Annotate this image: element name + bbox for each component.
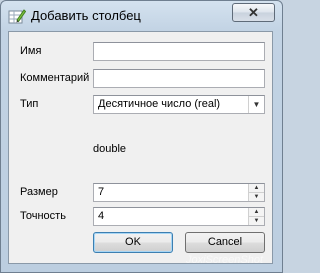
precision-spinbox[interactable]: 4 ▲ ▼ (93, 207, 265, 226)
comment-label: Комментарий (20, 72, 90, 84)
size-spin-buttons: ▲ ▼ (248, 184, 264, 201)
dialog-window: Добавить столбец ✕ Имя Комментарий Тип Д… (0, 0, 283, 273)
cancel-button[interactable]: Cancel (185, 232, 265, 253)
size-value: 7 (98, 186, 105, 198)
chevron-down-icon[interactable]: ▼ (248, 96, 264, 113)
precision-spin-buttons: ▲ ▼ (248, 208, 264, 225)
close-icon: ✕ (248, 5, 259, 20)
title-bar[interactable]: Добавить столбец ✕ (1, 1, 282, 31)
watermark: JoxiScreenShot (186, 254, 264, 266)
close-button[interactable]: ✕ (232, 3, 275, 22)
type-select-value: Десятичное число (real) (98, 98, 221, 110)
size-up-icon[interactable]: ▲ (249, 184, 264, 193)
window-title: Добавить столбец (31, 8, 141, 23)
ok-button[interactable]: OK (93, 232, 173, 253)
precision-up-icon[interactable]: ▲ (249, 208, 264, 217)
type-label: Тип (20, 98, 39, 110)
pencil-table-icon (8, 9, 26, 24)
name-label: Имя (20, 45, 42, 57)
size-down-icon[interactable]: ▼ (249, 193, 264, 201)
name-field[interactable] (93, 42, 265, 61)
comment-field[interactable] (93, 69, 265, 88)
dialog-body: Имя Комментарий Тип Десятичное число (re… (8, 31, 273, 264)
type-hint: double (93, 143, 127, 155)
size-spinbox[interactable]: 7 ▲ ▼ (93, 183, 265, 202)
precision-down-icon[interactable]: ▼ (249, 217, 264, 225)
type-select[interactable]: Десятичное число (real) ▼ (93, 95, 265, 114)
size-label: Размер (20, 186, 58, 198)
precision-value: 4 (98, 210, 105, 222)
precision-label: Точность (20, 210, 66, 222)
